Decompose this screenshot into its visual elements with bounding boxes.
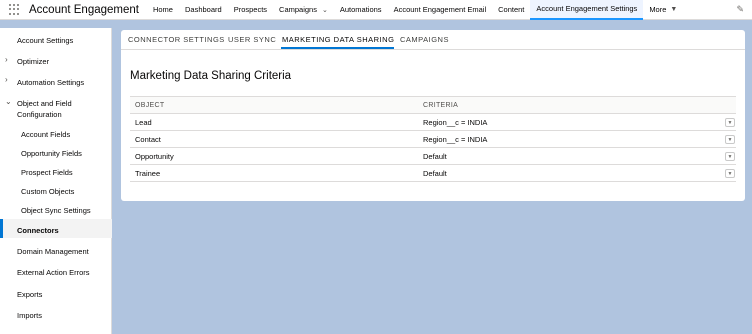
nav-label: Campaigns (279, 5, 317, 14)
caret-down-icon: ▼ (670, 6, 678, 13)
criteria-cell: Region__c = INDIA (423, 135, 488, 144)
sidebar-item-exports[interactable]: Exports (17, 290, 42, 299)
active-tab-indicator (281, 47, 394, 49)
chevron-down-icon[interactable]: ⌄ (322, 6, 328, 14)
table-header: OBJECT CRITERIA (130, 96, 736, 114)
nav-label: More (649, 5, 667, 14)
sidebar-item-object-sync-settings[interactable]: Object Sync Settings (21, 206, 91, 215)
sidebar-item-prospect-fields[interactable]: Prospect Fields (21, 168, 73, 177)
chevron-right-icon[interactable]: › (5, 75, 8, 84)
tab-connector-settings[interactable]: CONNECTOR SETTINGS (128, 35, 225, 44)
criteria-cell: Region__c = INDIA (423, 118, 488, 127)
criteria-cell: Default (423, 152, 447, 161)
table-row: Lead Region__c = INDIA ▼ (130, 114, 736, 131)
chevron-down-icon[interactable]: ⌄ (5, 97, 12, 106)
sidebar-item-optimizer[interactable]: Optimizer (17, 57, 49, 66)
sidebar-item-account-fields[interactable]: Account Fields (21, 130, 70, 139)
nav-item-campaigns[interactable]: Campaigns ⌄ (273, 0, 334, 20)
nav-label: Prospects (233, 5, 268, 14)
column-header-criteria: CRITERIA (423, 102, 459, 109)
nav-item-prospects[interactable]: Prospects (228, 0, 273, 20)
nav-item-account-engagement-settings[interactable]: Account Engagement Settings (530, 0, 644, 20)
tab-campaigns[interactable]: CAMPAIGNS (400, 35, 449, 44)
app-launcher-icon[interactable] (9, 3, 21, 16)
page-title: Marketing Data Sharing Criteria (130, 70, 292, 82)
nav-label: Content (498, 5, 525, 14)
app-name: Account Engagement (29, 3, 139, 16)
nav-bar: Home Dashboard Prospects Campaigns ⌄ Auto… (147, 0, 683, 20)
nav-item-account-engagement-email[interactable]: Account Engagement Email (388, 0, 493, 20)
nav-item-automations[interactable]: Automations (334, 0, 388, 20)
nav-item-dashboard[interactable]: Dashboard (179, 0, 228, 20)
tab-user-sync[interactable]: USER SYNC (228, 35, 276, 44)
sidebar-item-imports[interactable]: Imports (17, 311, 42, 320)
sidebar-item-domain-management[interactable]: Domain Management (17, 247, 89, 256)
criteria-cell: Default (423, 169, 447, 178)
row-actions-dropdown-icon[interactable]: ▼ (725, 152, 735, 161)
sidebar-item-external-action-errors[interactable]: External Action Errors (17, 268, 90, 277)
table-row: Opportunity Default ▼ (130, 148, 736, 165)
sidebar-item-object-field-configuration[interactable]: Object and Field (17, 99, 72, 108)
sidebar-item-connectors[interactable]: Connectors (17, 226, 59, 235)
sidebar-item-automation-settings[interactable]: Automation Settings (17, 78, 84, 87)
sidebar-item-object-field-configuration-line2[interactable]: Configuration (17, 110, 62, 119)
global-header: Account Engagement Home Dashboard Prospe… (0, 0, 752, 20)
sidebar-item-account-settings[interactable]: Account Settings (17, 36, 73, 45)
sidebar-item-custom-objects[interactable]: Custom Objects (21, 187, 74, 196)
object-cell: Contact (135, 135, 161, 144)
row-actions-dropdown-icon[interactable]: ▼ (725, 118, 735, 127)
nav-label: Account Engagement Settings (536, 4, 638, 13)
nav-item-content[interactable]: Content (492, 0, 530, 20)
row-actions-dropdown-icon[interactable]: ▼ (725, 169, 735, 178)
object-cell: Trainee (135, 169, 161, 178)
table-row: Contact Region__c = INDIA ▼ (130, 131, 736, 148)
table-row: Trainee Default ▼ (130, 165, 736, 182)
tab-marketing-data-sharing[interactable]: MARKETING DATA SHARING (282, 35, 394, 44)
nav-label: Automations (339, 5, 382, 14)
sidebar-item-opportunity-fields[interactable]: Opportunity Fields (21, 149, 82, 158)
column-header-object: OBJECT (135, 102, 165, 109)
row-actions-dropdown-icon[interactable]: ▼ (725, 135, 735, 144)
nav-item-home[interactable]: Home (147, 0, 179, 20)
nav-label: Dashboard (184, 5, 222, 14)
object-cell: Opportunity (135, 152, 174, 161)
connector-settings-card: CONNECTOR SETTINGS USER SYNC MARKETING D… (121, 30, 745, 201)
nav-label: Account Engagement Email (393, 5, 487, 14)
edit-nav-icon[interactable]: ✎ (736, 4, 744, 15)
settings-sidebar: Account Settings › Optimizer › Automatio… (0, 28, 112, 334)
object-cell: Lead (135, 118, 152, 127)
tab-bar: CONNECTOR SETTINGS USER SYNC MARKETING D… (121, 30, 745, 50)
criteria-table: OBJECT CRITERIA Lead Region__c = INDIA ▼… (130, 96, 736, 182)
nav-label: Home (152, 5, 173, 14)
chevron-right-icon[interactable]: › (5, 55, 8, 64)
nav-item-more[interactable]: More ▼ (643, 0, 683, 20)
